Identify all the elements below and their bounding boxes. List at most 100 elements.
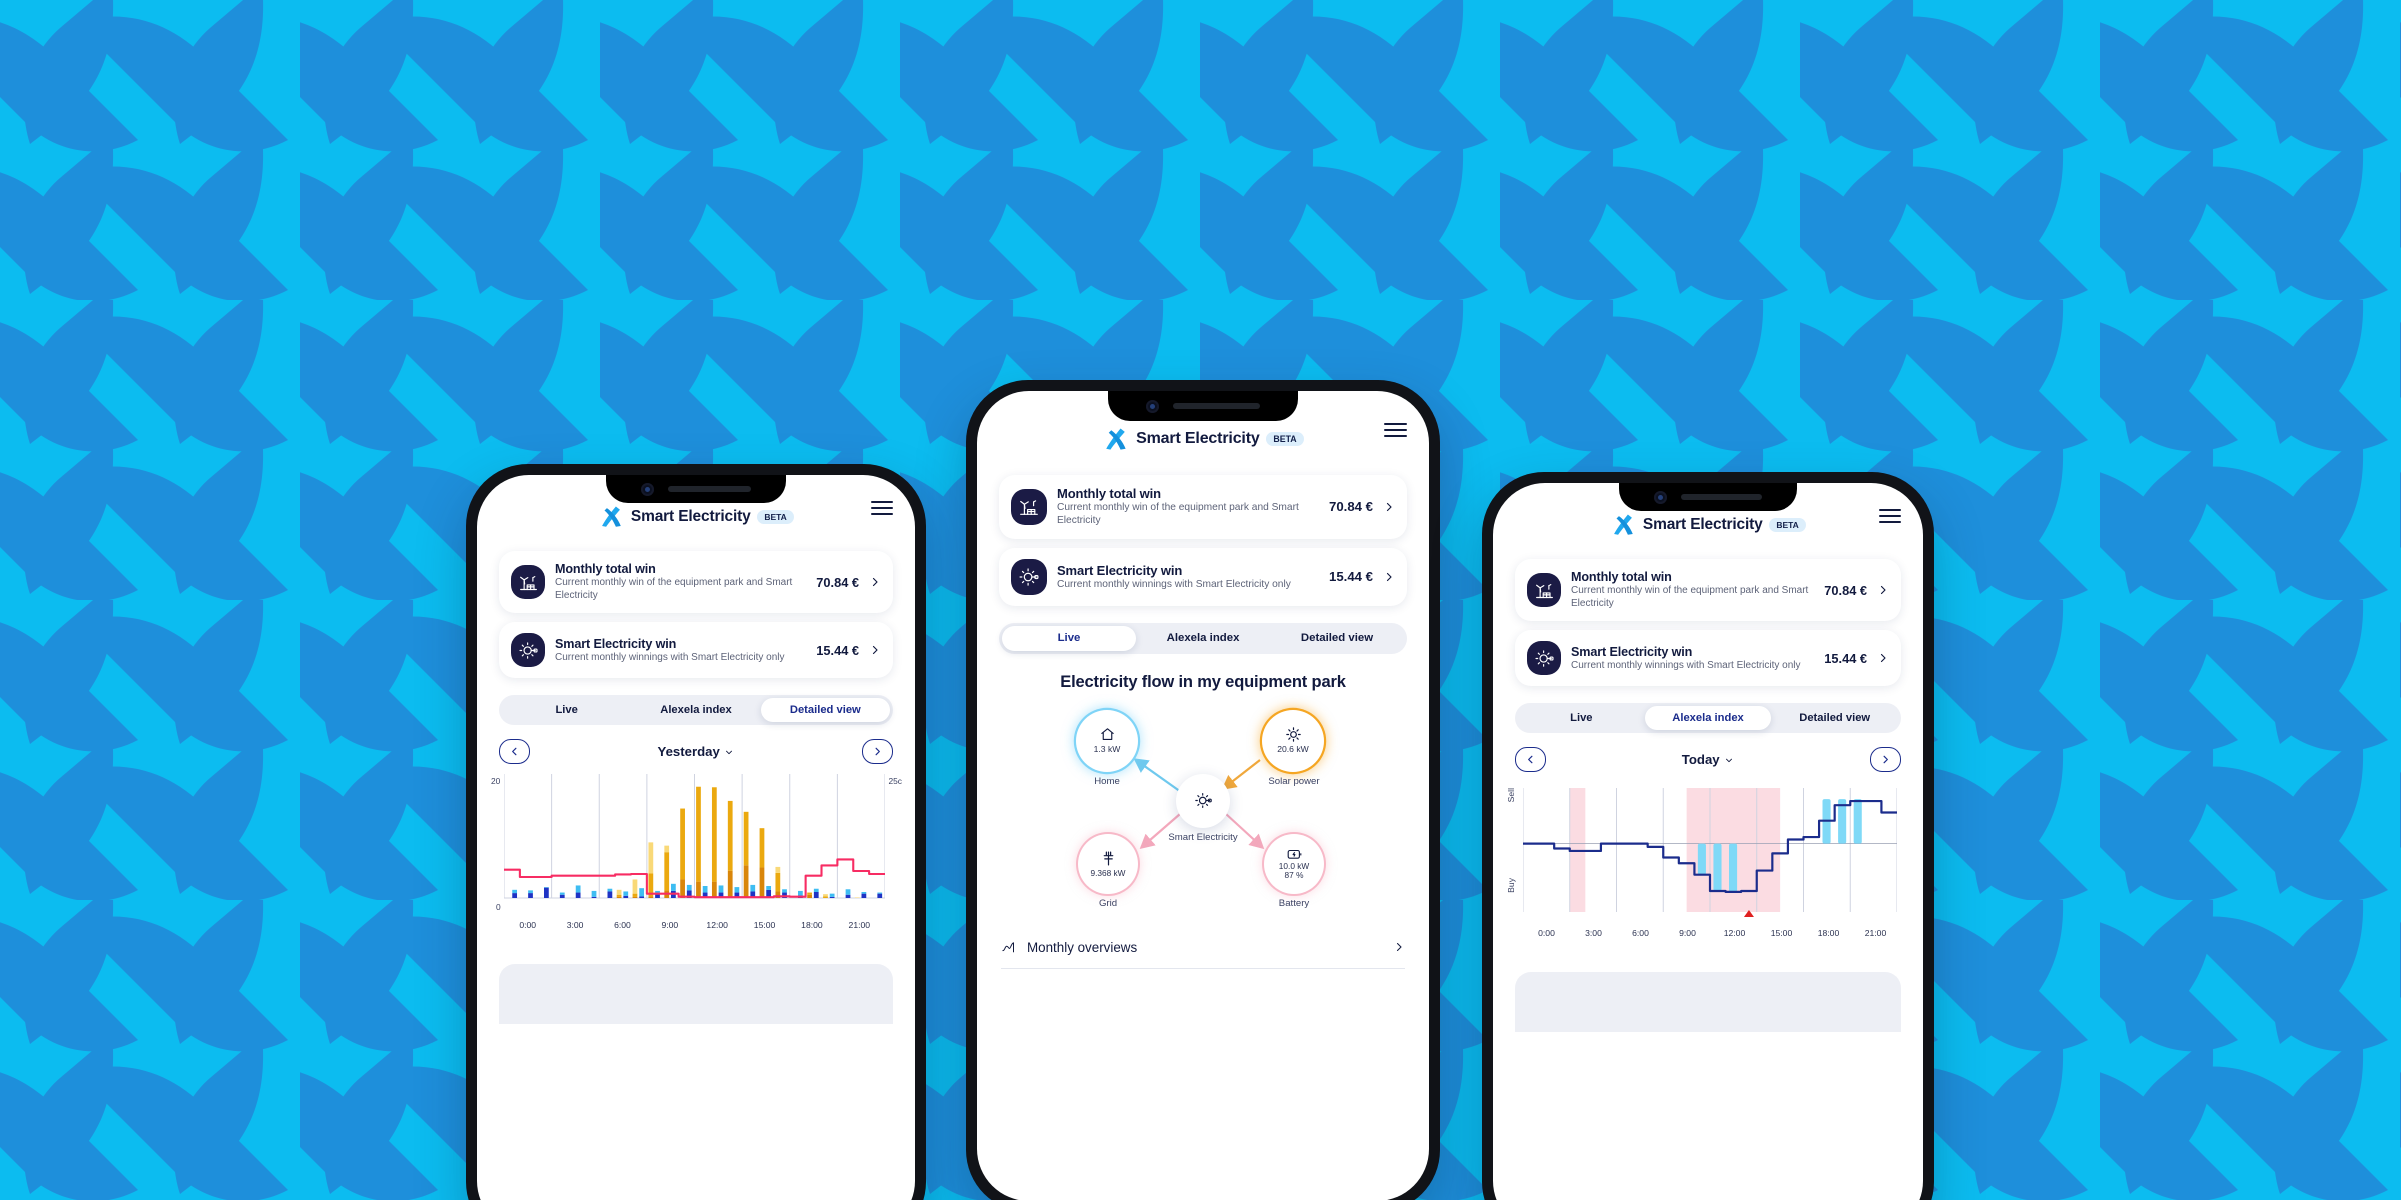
battery-bolt-icon [1287, 849, 1301, 859]
detailed-view-chart[interactable]: 20 0 25c 0:00 3:00 6:00 9:00 12:00 15:00… [487, 774, 905, 952]
flow-node-smart-electricity[interactable] [1176, 773, 1230, 828]
chevron-right-icon[interactable] [1877, 652, 1889, 664]
smart-bulb-plug-icon [1527, 641, 1561, 676]
chevron-down-icon[interactable] [724, 747, 734, 757]
chevron-down-icon[interactable] [1724, 755, 1734, 765]
y-axis-label-sell: Sell [1506, 788, 1516, 803]
beta-badge: BETA [1769, 517, 1806, 533]
wind-turbine-solar-icon [1011, 488, 1047, 525]
tab-detailed-view[interactable]: Detailed view [760, 698, 890, 723]
card-smart-electricity-win[interactable]: Smart Electricity win Current monthly wi… [1515, 630, 1901, 687]
card-monthly-total-win[interactable]: Monthly total win Current monthly win of… [1515, 559, 1901, 622]
next-day-button[interactable] [1870, 747, 1901, 773]
tab-detailed-view[interactable]: Detailed view [1270, 626, 1404, 651]
chevron-right-icon[interactable] [1393, 941, 1405, 953]
alexela-a-logo-icon [602, 506, 621, 527]
y-axis-tick-bottom: 0 [496, 902, 501, 913]
brand: Smart Electricity BETA [598, 504, 794, 530]
summary-cards: Monthly total win Current monthly win of… [1493, 549, 1923, 687]
card-smart-electricity-win[interactable]: Smart Electricity win Current monthly wi… [499, 622, 893, 679]
beta-badge: BETA [757, 509, 794, 525]
chevron-right-icon[interactable] [1877, 584, 1889, 596]
flow-node-grid[interactable]: 9.368 kW [1078, 833, 1138, 894]
prev-day-button[interactable] [499, 739, 530, 765]
front-camera-icon [1653, 490, 1667, 504]
card-value: 15.44 € [1824, 650, 1867, 666]
x-tick: 9:00 [661, 920, 679, 931]
flow-node-label-home: Home [1094, 775, 1120, 787]
tab-detailed-view[interactable]: Detailed view [1771, 706, 1898, 730]
flow-node-value: 9.368 kW [1090, 867, 1126, 878]
hamburger-menu-icon[interactable] [871, 501, 893, 515]
bottom-panel [1515, 972, 1901, 1033]
card-title: Monthly total win [1571, 570, 1672, 584]
hamburger-menu-icon[interactable] [1384, 423, 1407, 437]
chevron-right-icon[interactable] [869, 644, 881, 656]
x-tick: 0:00 [1538, 928, 1555, 939]
tab-alexela-index[interactable]: Alexela index [631, 698, 760, 722]
card-value: 70.84 € [816, 574, 859, 590]
x-tick: 15:00 [1770, 928, 1793, 939]
date-label: Yesterday [657, 744, 720, 760]
summary-cards: Monthly total win Current monthly win of… [477, 541, 915, 679]
phone-center-screen: Smart Electricity BETA Monthly total win… [977, 391, 1429, 1200]
date-label-wrap[interactable]: Today [1682, 752, 1734, 767]
card-title: Smart Electricity win [555, 636, 677, 651]
tab-live[interactable]: Live [1518, 706, 1645, 730]
flow-node-label-battery: Battery [1278, 897, 1310, 909]
card-text: Monthly total win Current monthly win of… [1571, 570, 1814, 610]
flow-node-battery[interactable]: 10.0 kW 87 % [1264, 833, 1324, 894]
chevron-right-icon[interactable] [1383, 571, 1395, 583]
monthly-overviews-row[interactable]: Monthly overviews [1001, 940, 1405, 955]
prev-day-button[interactable] [1515, 747, 1546, 773]
flow-node-value-2: 87 % [1284, 870, 1304, 881]
chevron-right-icon[interactable] [869, 576, 881, 588]
tab-alexela-index[interactable]: Alexela index [1136, 626, 1270, 651]
phone-right-screen: Smart Electricity BETA Monthly total win… [1493, 483, 1923, 1200]
power-pole-icon [1103, 851, 1113, 866]
card-subtitle: Current monthly win of the equipment par… [1571, 585, 1809, 610]
view-tabs: Live Alexela index Detailed view [1515, 703, 1901, 734]
home-icon [1100, 728, 1114, 741]
y2-axis-tick-top: 25c [888, 776, 902, 787]
brand: Smart Electricity BETA [1610, 512, 1806, 538]
y-axis-tick-top: 20 [491, 776, 501, 787]
energy-flow-diagram: 1.3 kW Home 20.6 kW Solar power Smart El… [1038, 704, 1368, 909]
x-tick: 6:00 [1632, 928, 1649, 939]
earpiece-speaker [668, 486, 751, 492]
alexela-a-logo-icon [1106, 428, 1126, 450]
phone-center: Smart Electricity BETA Monthly total win… [963, 377, 1443, 1200]
tab-live[interactable]: Live [1002, 625, 1136, 651]
next-day-button[interactable] [862, 739, 893, 765]
card-monthly-total-win[interactable]: Monthly total win Current monthly win of… [999, 475, 1407, 539]
earpiece-speaker [1172, 403, 1261, 409]
x-tick: 6:00 [614, 920, 631, 931]
x-tick: 21:00 [848, 920, 871, 931]
flow-node-solar[interactable]: 20.6 kW [1262, 709, 1324, 772]
card-subtitle: Current monthly win of the equipment par… [555, 577, 793, 602]
card-smart-electricity-win[interactable]: Smart Electricity win Current monthly wi… [999, 547, 1407, 606]
phone-left-screen: Smart Electricity BETA Monthly total win… [477, 475, 915, 1200]
x-axis-labels: 0:00 3:00 6:00 9:00 12:00 15:00 18:00 21… [1523, 928, 1899, 938]
sun-icon [1285, 727, 1301, 743]
tab-alexela-index[interactable]: Alexela index [1644, 706, 1772, 731]
x-tick: 18:00 [801, 920, 823, 931]
earpiece-speaker [1680, 494, 1763, 500]
card-monthly-total-win[interactable]: Monthly total win Current monthly win of… [499, 551, 893, 614]
alexela-index-chart[interactable]: Sell Buy 0:00 3:00 6:00 9:00 12:00 15:00… [1503, 782, 1913, 960]
x-tick: 9:00 [1679, 928, 1696, 939]
flow-node-home[interactable]: 1.3 kW [1076, 709, 1138, 772]
x-tick: 15:00 [753, 920, 776, 931]
view-tabs: Live Alexela index Detailed view [999, 622, 1407, 654]
card-value: 70.84 € [1824, 582, 1867, 598]
x-tick: 0:00 [519, 920, 537, 931]
bottom-panel [499, 964, 893, 1025]
x-tick: 3:00 [1585, 928, 1602, 939]
card-subtitle: Current monthly winnings with Smart Elec… [555, 651, 785, 663]
hamburger-menu-icon[interactable] [1879, 509, 1901, 523]
line-chart-icon [1002, 942, 1014, 953]
chevron-right-icon[interactable] [1383, 501, 1395, 513]
date-label-wrap[interactable]: Yesterday [658, 744, 735, 759]
tab-live[interactable]: Live [502, 698, 631, 722]
front-camera-icon [641, 482, 655, 496]
